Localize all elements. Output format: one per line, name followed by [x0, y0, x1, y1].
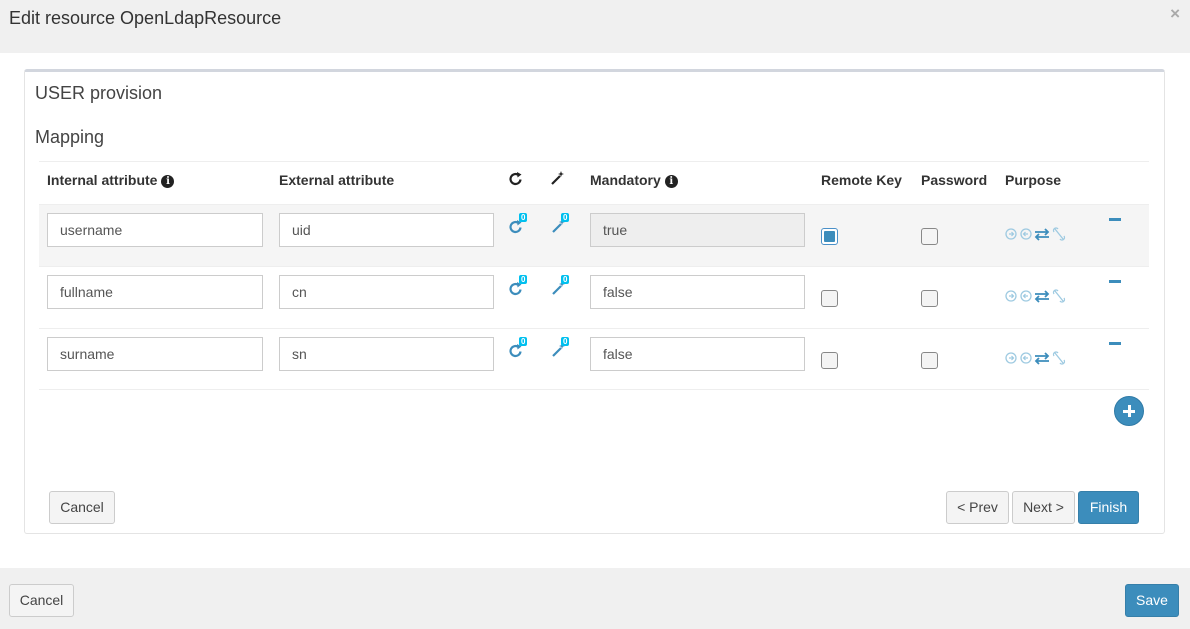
mapping-title: Mapping [35, 127, 105, 147]
transformers-button[interactable]: 0 [509, 275, 531, 301]
transformers-count-badge: 0 [519, 275, 528, 284]
purpose-selector[interactable] [1005, 350, 1067, 366]
purpose-selector[interactable] [1005, 288, 1067, 304]
jexl-button[interactable]: 0 [551, 275, 573, 301]
password-checkbox[interactable] [921, 352, 938, 369]
header-mandatory: Mandatory i [590, 172, 678, 188]
wizard-panel: USER provision Mapping Internal attribut… [24, 69, 1165, 534]
table-row: username uid 0 0 true [39, 204, 1149, 266]
internal-attribute-input[interactable]: fullname [47, 275, 263, 309]
header-internal-attribute: Internal attribute i [47, 172, 175, 188]
header-password: Password [921, 172, 988, 188]
internal-attribute-input[interactable]: username [47, 213, 263, 247]
transformers-button[interactable]: 0 [509, 337, 531, 363]
modal-footer: Cancel Save [0, 568, 1190, 629]
password-checkbox[interactable] [921, 290, 938, 307]
mandatory-input[interactable]: false [590, 275, 805, 309]
remove-row-icon[interactable] [1109, 218, 1121, 221]
remote-key-checkbox[interactable] [821, 352, 838, 369]
remote-key-checkbox[interactable] [821, 290, 838, 307]
next-button[interactable]: Next > [1012, 491, 1075, 524]
save-button[interactable]: Save [1125, 584, 1179, 617]
footer-cancel-button[interactable]: Cancel [9, 584, 74, 617]
table-row: surname sn 0 0 false [39, 328, 1149, 390]
purpose-selector[interactable] [1005, 226, 1067, 242]
info-icon[interactable]: i [664, 175, 678, 188]
jexl-button[interactable]: 0 [551, 213, 573, 239]
finish-button[interactable]: Finish [1078, 491, 1139, 524]
add-mapping-button[interactable] [1114, 396, 1144, 426]
wizard-cancel-button[interactable]: Cancel [49, 491, 115, 524]
magic-wand-icon [550, 171, 565, 189]
section-title: USER provision [35, 83, 163, 103]
transformers-count-badge: 0 [519, 213, 528, 222]
info-icon[interactable]: i [161, 175, 175, 188]
header-internal-label: Internal attribute [47, 172, 158, 188]
internal-attribute-input[interactable]: surname [47, 337, 263, 371]
header-remote-key: Remote Key [821, 172, 902, 188]
close-icon[interactable]: × [1170, 4, 1180, 24]
mapping-header: Internal attribute i External attribute M… [39, 161, 1149, 204]
transformers-count-badge: 0 [519, 337, 528, 346]
jexl-count-badge: 0 [561, 213, 570, 222]
transformers-button[interactable]: 0 [509, 213, 531, 239]
external-attribute-input[interactable]: sn [279, 337, 494, 371]
external-attribute-input[interactable]: cn [279, 275, 494, 309]
jexl-button[interactable]: 0 [551, 337, 573, 363]
remove-row-icon[interactable] [1109, 342, 1121, 345]
header-mandatory-label: Mandatory [590, 172, 661, 188]
mandatory-input[interactable]: false [590, 337, 805, 371]
mandatory-input[interactable]: true [590, 213, 805, 247]
jexl-count-badge: 0 [561, 337, 570, 346]
header-purpose: Purpose [1005, 172, 1062, 188]
jexl-count-badge: 0 [561, 275, 570, 284]
prev-button[interactable]: < Prev [946, 491, 1009, 524]
password-checkbox[interactable] [921, 228, 938, 245]
header-external-attribute: External attribute [279, 172, 395, 188]
external-attribute-input[interactable]: uid [279, 213, 494, 247]
remote-key-checkbox[interactable] [821, 228, 838, 245]
modal-header: Edit resource OpenLdapResource × [0, 0, 1190, 53]
remove-row-icon[interactable] [1109, 280, 1121, 283]
table-row: fullname cn 0 0 false [39, 266, 1149, 328]
refresh-icon [509, 171, 523, 190]
modal-title: Edit resource OpenLdapResource [9, 8, 282, 28]
